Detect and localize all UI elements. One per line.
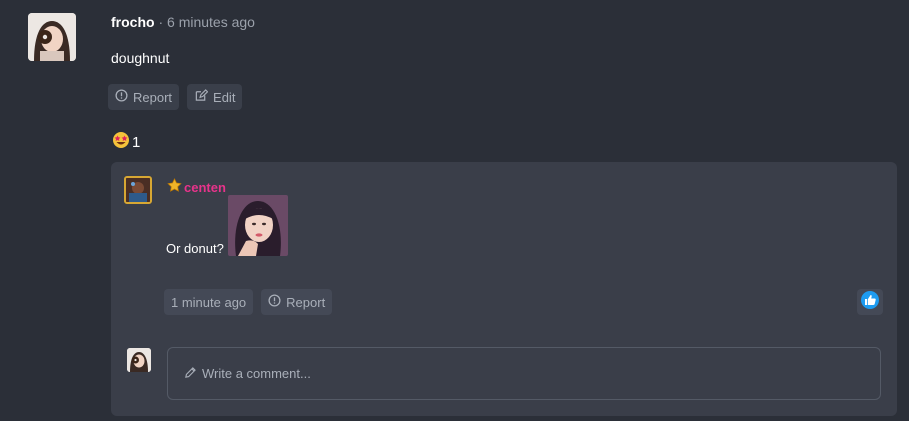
report-button[interactable]: Report xyxy=(108,84,180,110)
reply-timestamp-button[interactable]: 1 minute ago xyxy=(164,289,254,315)
comment-placeholder: Write a comment... xyxy=(202,366,311,381)
post-separator: · xyxy=(154,14,168,30)
author-avatar[interactable] xyxy=(28,13,76,61)
reply-time-label: 1 minute ago xyxy=(171,294,247,310)
alert-circle-icon xyxy=(268,294,281,310)
reaction-badge[interactable]: 1 xyxy=(112,131,140,153)
alert-circle-icon xyxy=(115,89,128,105)
current-user-avatar xyxy=(127,348,151,372)
edit-button[interactable]: Edit xyxy=(187,84,243,110)
author-name[interactable]: frocho xyxy=(111,14,155,30)
edit-label: Edit xyxy=(213,89,236,105)
reply-author-name: centen xyxy=(184,179,226,195)
reply-author-avatar[interactable] xyxy=(124,176,152,204)
edit-icon xyxy=(194,89,209,105)
post-actions: Report Edit xyxy=(108,84,243,110)
report-label: Report xyxy=(133,89,173,105)
reply-actions: 1 minute ago Report xyxy=(164,289,333,315)
reply-report-button[interactable]: Report xyxy=(261,289,333,315)
like-button[interactable] xyxy=(857,289,883,315)
reply-text: Or donut? xyxy=(166,241,224,256)
star-badge-icon xyxy=(167,178,182,196)
reaction-count: 1 xyxy=(132,133,141,151)
post-body: doughnut xyxy=(111,50,170,66)
reply-panel: centen Or donut? 1 minute ago Report Wri… xyxy=(111,162,897,416)
thumbs-up-icon xyxy=(860,290,880,315)
sticker-image xyxy=(228,195,288,256)
post-timestamp[interactable]: 6 minutes ago xyxy=(167,14,255,30)
post-header: frocho · 6 minutes ago xyxy=(111,14,255,30)
comment-input[interactable]: Write a comment... xyxy=(167,347,881,400)
reply-report-label: Report xyxy=(286,294,326,310)
reply-author[interactable]: centen xyxy=(167,178,226,196)
star-struck-emoji-icon xyxy=(112,131,130,153)
pencil-icon xyxy=(184,366,197,382)
